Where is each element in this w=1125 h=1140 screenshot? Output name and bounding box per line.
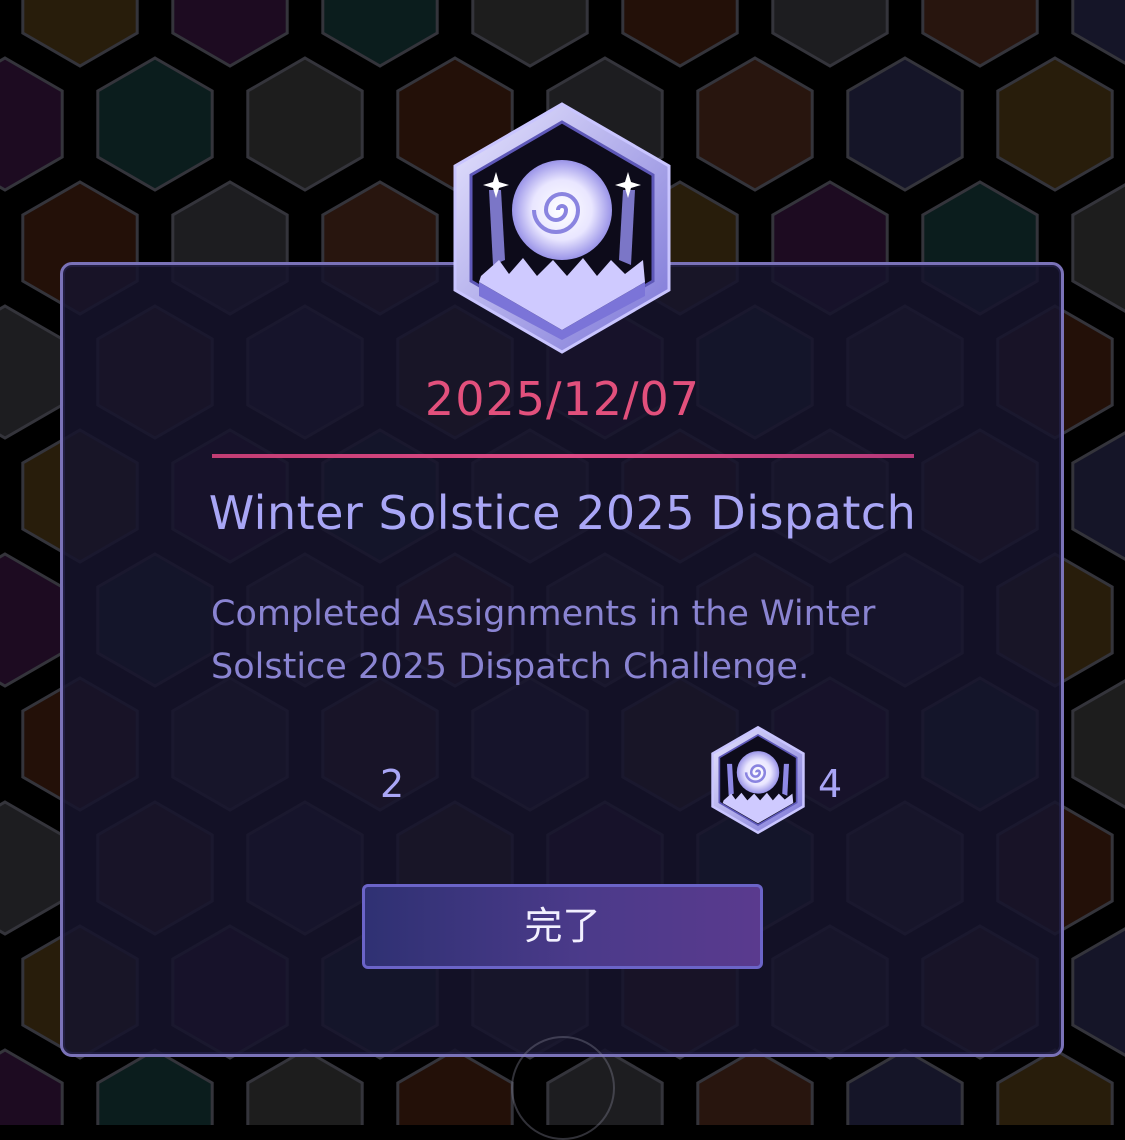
background-medal-hex — [1071, 183, 1125, 313]
background-medal-hex — [0, 800, 64, 936]
done-button[interactable]: 完了 — [362, 884, 763, 969]
background-medal-hex — [0, 1048, 64, 1125]
background-medal-hex — [696, 1048, 814, 1125]
background-medal-hex — [696, 56, 814, 192]
background-medal-hex — [921, 0, 1039, 68]
background-medal-hex — [246, 1048, 364, 1125]
background-medal-hex — [1071, 0, 1125, 65]
background-medal-hex — [246, 56, 364, 192]
background-medal-hex — [846, 56, 964, 192]
background-medal-hex — [471, 0, 589, 68]
description-line-1: Completed Assignments in the Winter — [211, 594, 876, 634]
background-medal-hex — [1071, 927, 1125, 1057]
background-medal-hex — [171, 0, 289, 68]
background-medal-hex — [846, 1048, 964, 1125]
background-medal-hex — [0, 552, 64, 688]
background-medal-hex — [0, 56, 64, 192]
background-medal-hex — [621, 0, 739, 68]
background-medal-hex — [1071, 679, 1125, 809]
background-medal-hex — [996, 1048, 1114, 1125]
background-medal-hex — [96, 1048, 214, 1125]
left-count: 2 — [380, 762, 405, 806]
close-icon[interactable] — [511, 1036, 615, 1140]
divider — [212, 454, 914, 458]
winter-solstice-medal-icon — [453, 102, 671, 354]
description-line-2: Solstice 2025 Dispatch Challenge. — [211, 647, 810, 687]
medal-description: Completed Assignments in the Winter Sols… — [211, 588, 931, 694]
winter-solstice-medal-small-icon — [711, 725, 805, 835]
background-medal-hex — [396, 1048, 514, 1125]
background-medal-hex — [96, 56, 214, 192]
medal-date: 2025/12/07 — [424, 372, 701, 426]
background-medal-hex — [21, 0, 139, 68]
background-medal-hex — [321, 0, 439, 68]
background-medal-hex — [771, 0, 889, 68]
right-count: 4 — [818, 762, 843, 806]
medal-title: Winter Solstice 2025 Dispatch — [208, 486, 917, 540]
background-medal-hex — [996, 56, 1114, 192]
